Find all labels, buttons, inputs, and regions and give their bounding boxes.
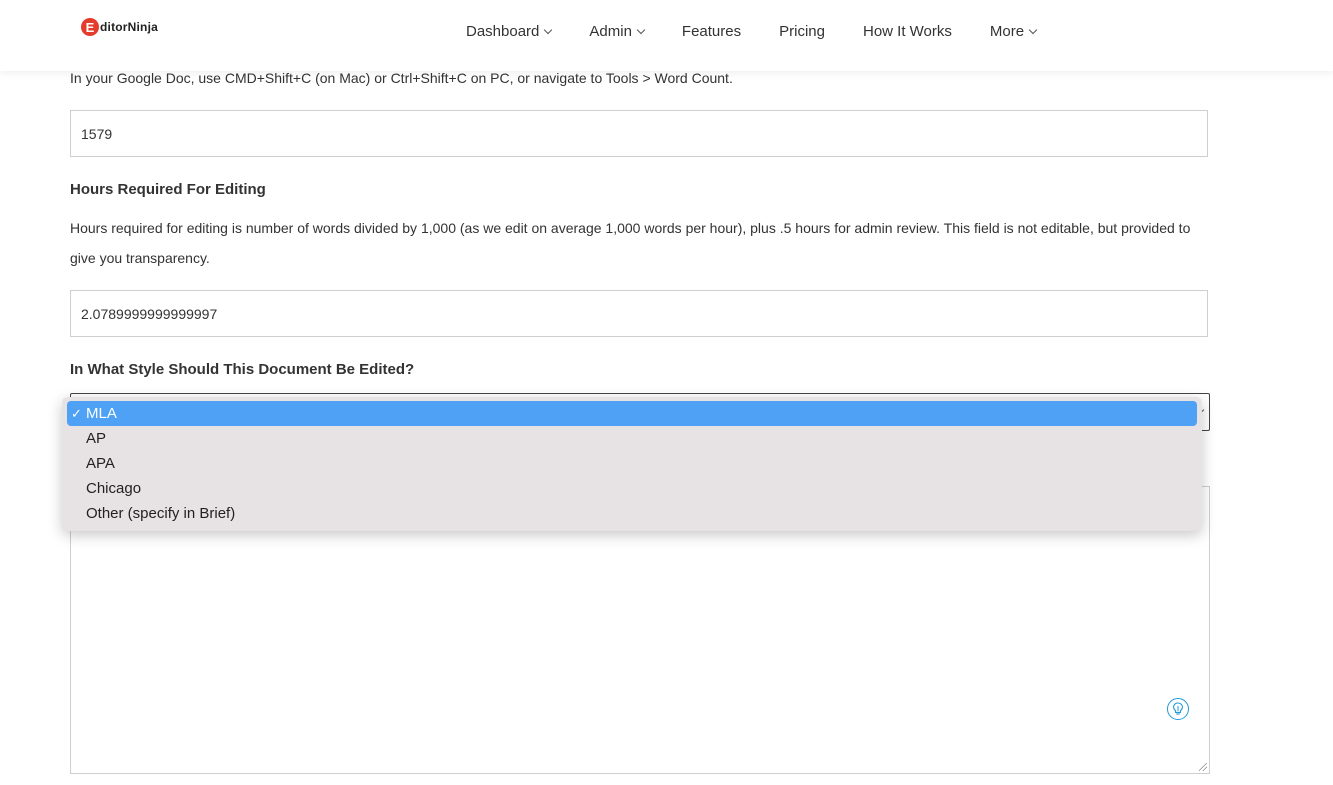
resize-grip[interactable] [1199, 763, 1207, 771]
nav-item-label: Features [681, 22, 742, 40]
style-option-apa[interactable]: APA [67, 451, 1197, 476]
style-option-mla[interactable]: ✓ MLA [67, 401, 1197, 426]
hours-label: Hours Required For Editing [70, 181, 266, 198]
site-header: E ditorNinja Dashboard Admin Features Pr… [0, 0, 1333, 71]
logo-text: ditorNinja [100, 20, 158, 34]
option-label: APA [86, 455, 115, 472]
chevron-down-icon [544, 25, 553, 34]
hours-value: 2.0789999999999997 [81, 305, 218, 322]
page: E ditorNinja Dashboard Admin Features Pr… [0, 0, 1333, 785]
option-label: Other (specify in Brief) [86, 505, 236, 522]
nav-item-pricing[interactable]: Pricing [779, 23, 825, 40]
chevron-down-icon [636, 25, 646, 34]
word-count-field[interactable]: 1579 [70, 110, 1208, 157]
nav-item-dashboard[interactable]: Dashboard [466, 22, 553, 40]
nav-item-more[interactable]: More [989, 22, 1038, 40]
nav-item-how-it-works[interactable]: How It Works [863, 23, 952, 40]
word-count-value: 1579 [81, 125, 113, 142]
style-label: In What Style Should This Document Be Ed… [70, 361, 415, 378]
nav-item-label: Admin [589, 22, 632, 40]
option-label: Chicago [86, 480, 142, 497]
nav-item-features[interactable]: Features [682, 23, 741, 40]
nav-item-admin[interactable]: Admin [589, 22, 646, 40]
check-icon: ✓ [71, 406, 82, 421]
lightbulb-assist-icon[interactable] [1167, 698, 1189, 720]
hours-hint: Hours required for editing is number of … [70, 220, 1191, 266]
nav-item-label: More [989, 22, 1025, 40]
nav-item-label: Pricing [779, 22, 825, 40]
style-option-ap[interactable]: AP [67, 426, 1197, 451]
main-nav: Dashboard Admin Features Pricing How It … [466, 21, 1038, 41]
option-label: AP [86, 430, 107, 447]
option-label: MLA [86, 405, 117, 422]
hours-field: 2.0789999999999997 [70, 290, 1208, 337]
nav-item-label: Dashboard [466, 22, 540, 40]
style-option-other[interactable]: Other (specify in Brief) [67, 501, 1197, 526]
nav-item-label: How It Works [862, 22, 952, 40]
lightbulb-icon [1173, 702, 1183, 715]
chevron-down-icon [1028, 25, 1038, 34]
style-dropdown-list: ✓ MLA AP APA Chicago Other (specify in B… [62, 397, 1202, 531]
logo[interactable]: E ditorNinja [81, 17, 158, 37]
style-option-chicago[interactable]: Chicago [67, 476, 1197, 501]
logo-mark: E [81, 18, 99, 36]
